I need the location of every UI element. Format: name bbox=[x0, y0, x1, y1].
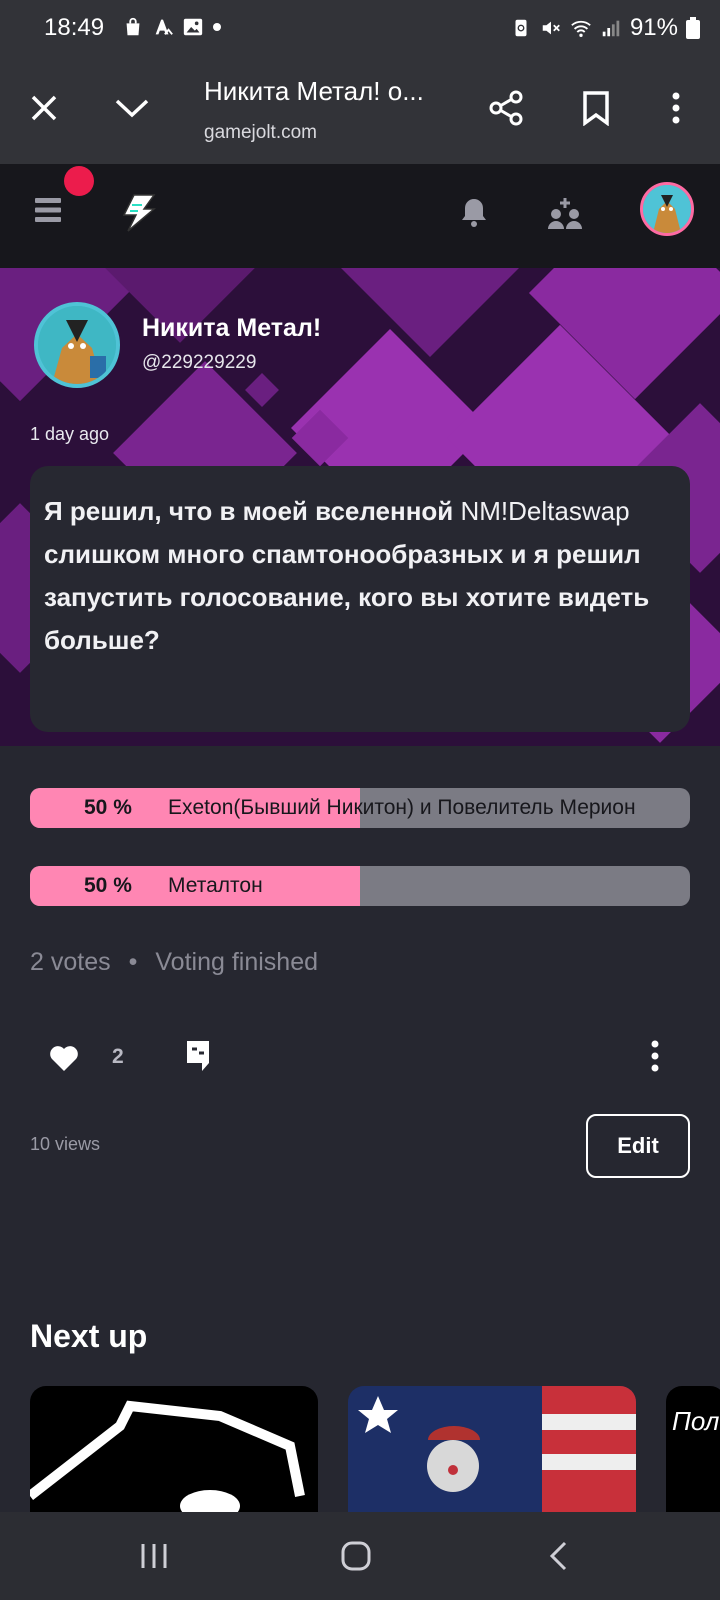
share-button[interactable] bbox=[480, 82, 532, 134]
signal-icon bbox=[602, 20, 620, 37]
gamejolt-logo-icon bbox=[122, 194, 156, 232]
thumbnail-image bbox=[358, 1386, 636, 1512]
menu-icon bbox=[35, 198, 61, 222]
poll-percent: 50 % bbox=[84, 796, 132, 819]
notification-dot bbox=[64, 166, 94, 196]
chevron-down-icon bbox=[115, 99, 149, 118]
poll-option: 50 % Exeton(Бывший Никитон) и Повелитель… bbox=[30, 788, 690, 828]
like-button[interactable] bbox=[44, 1038, 84, 1078]
thumbnail-text: Пол bbox=[672, 1406, 720, 1436]
post-text: слишком много спамтонообразных и я решил… bbox=[44, 539, 650, 655]
poll-percent: 50 % bbox=[84, 874, 132, 897]
vote-count: 2 votes bbox=[30, 948, 111, 976]
post-text-highlight: NM!Deltaswap bbox=[460, 496, 630, 526]
close-tab-button[interactable] bbox=[18, 82, 70, 134]
banner-shape bbox=[331, 268, 529, 357]
dot-icon bbox=[213, 23, 221, 31]
status-icons-left bbox=[122, 16, 222, 38]
translate-icon bbox=[155, 19, 173, 35]
menu-button[interactable] bbox=[26, 188, 70, 232]
wifi-icon bbox=[571, 20, 591, 37]
page-url: gamejolt.com bbox=[204, 122, 317, 143]
heart-icon bbox=[50, 1046, 78, 1071]
gamejolt-logo[interactable] bbox=[112, 188, 162, 238]
site-header bbox=[0, 164, 720, 268]
next-up-thumbnail[interactable] bbox=[348, 1386, 636, 1512]
author-avatar[interactable] bbox=[34, 302, 120, 388]
close-icon bbox=[31, 95, 57, 121]
separator-dot: • bbox=[128, 948, 138, 976]
share-icon bbox=[489, 90, 523, 126]
more-vert-icon bbox=[672, 92, 680, 124]
recents-icon bbox=[141, 1544, 167, 1568]
next-up-title: Next up bbox=[30, 1318, 148, 1354]
edit-button[interactable]: Edit bbox=[586, 1114, 690, 1178]
status-bar: 18:49 91% bbox=[0, 0, 720, 58]
browser-menu-button[interactable] bbox=[650, 82, 702, 134]
system-nav-bar bbox=[0, 1512, 720, 1600]
home-icon bbox=[341, 1541, 371, 1571]
recycle-icon bbox=[515, 19, 527, 37]
poll-summary: 2 votes • Voting finished bbox=[30, 948, 318, 977]
bookmark-button[interactable] bbox=[570, 82, 622, 134]
user-avatar[interactable] bbox=[640, 182, 694, 236]
author-avatar-image bbox=[38, 306, 116, 384]
avatar-image bbox=[643, 185, 691, 233]
browser-toolbar: Никита Метал! о... gamejolt.com bbox=[0, 58, 720, 164]
next-up-thumbnail[interactable] bbox=[30, 1386, 318, 1512]
author-handle[interactable]: @229229229 bbox=[142, 352, 256, 374]
poll-status: Voting finished bbox=[155, 948, 318, 976]
thumbnail-image bbox=[30, 1400, 305, 1512]
view-count: 10 views bbox=[30, 1134, 101, 1154]
back-icon bbox=[549, 1541, 567, 1571]
more-vert-icon bbox=[651, 1040, 659, 1072]
recents-button[interactable] bbox=[124, 1528, 184, 1584]
mute-icon bbox=[542, 21, 560, 35]
next-up-thumbnail[interactable]: Пол bbox=[666, 1386, 720, 1512]
bookmark-icon bbox=[583, 91, 609, 126]
image-icon bbox=[183, 18, 203, 36]
page-title: Никита Метал! о... bbox=[204, 76, 424, 106]
home-button[interactable] bbox=[326, 1528, 386, 1584]
comment-button[interactable] bbox=[178, 1036, 218, 1076]
post-more-button[interactable] bbox=[640, 1036, 670, 1076]
friends-button[interactable] bbox=[540, 188, 590, 238]
back-button[interactable] bbox=[528, 1528, 588, 1584]
poll-label: Металтон bbox=[168, 874, 263, 897]
status-icons-right: 91% bbox=[510, 14, 700, 42]
post-time[interactable]: 1 day ago bbox=[30, 424, 109, 445]
status-time: 18:49 bbox=[44, 14, 105, 41]
collapse-button[interactable] bbox=[106, 82, 158, 134]
notifications-button[interactable] bbox=[450, 188, 498, 236]
add-friend-icon bbox=[548, 198, 582, 229]
bell-icon bbox=[462, 199, 486, 227]
poll-option: 50 % Металтон bbox=[30, 866, 690, 906]
battery-icon bbox=[686, 17, 700, 39]
banner-shape bbox=[245, 373, 279, 407]
bag-icon bbox=[126, 17, 140, 36]
like-count: 2 bbox=[112, 1045, 124, 1068]
poll-label: Exeton(Бывший Никитон) и Повелитель Мери… bbox=[168, 796, 636, 819]
comment-icon bbox=[187, 1041, 209, 1071]
post-text: Я решил, что в моей вселенной bbox=[44, 496, 461, 526]
battery-percent: 91% bbox=[629, 14, 678, 41]
author-name[interactable]: Никита Метал! bbox=[142, 314, 321, 343]
post-content: Я решил, что в моей вселенной NM!Deltasw… bbox=[30, 466, 690, 732]
